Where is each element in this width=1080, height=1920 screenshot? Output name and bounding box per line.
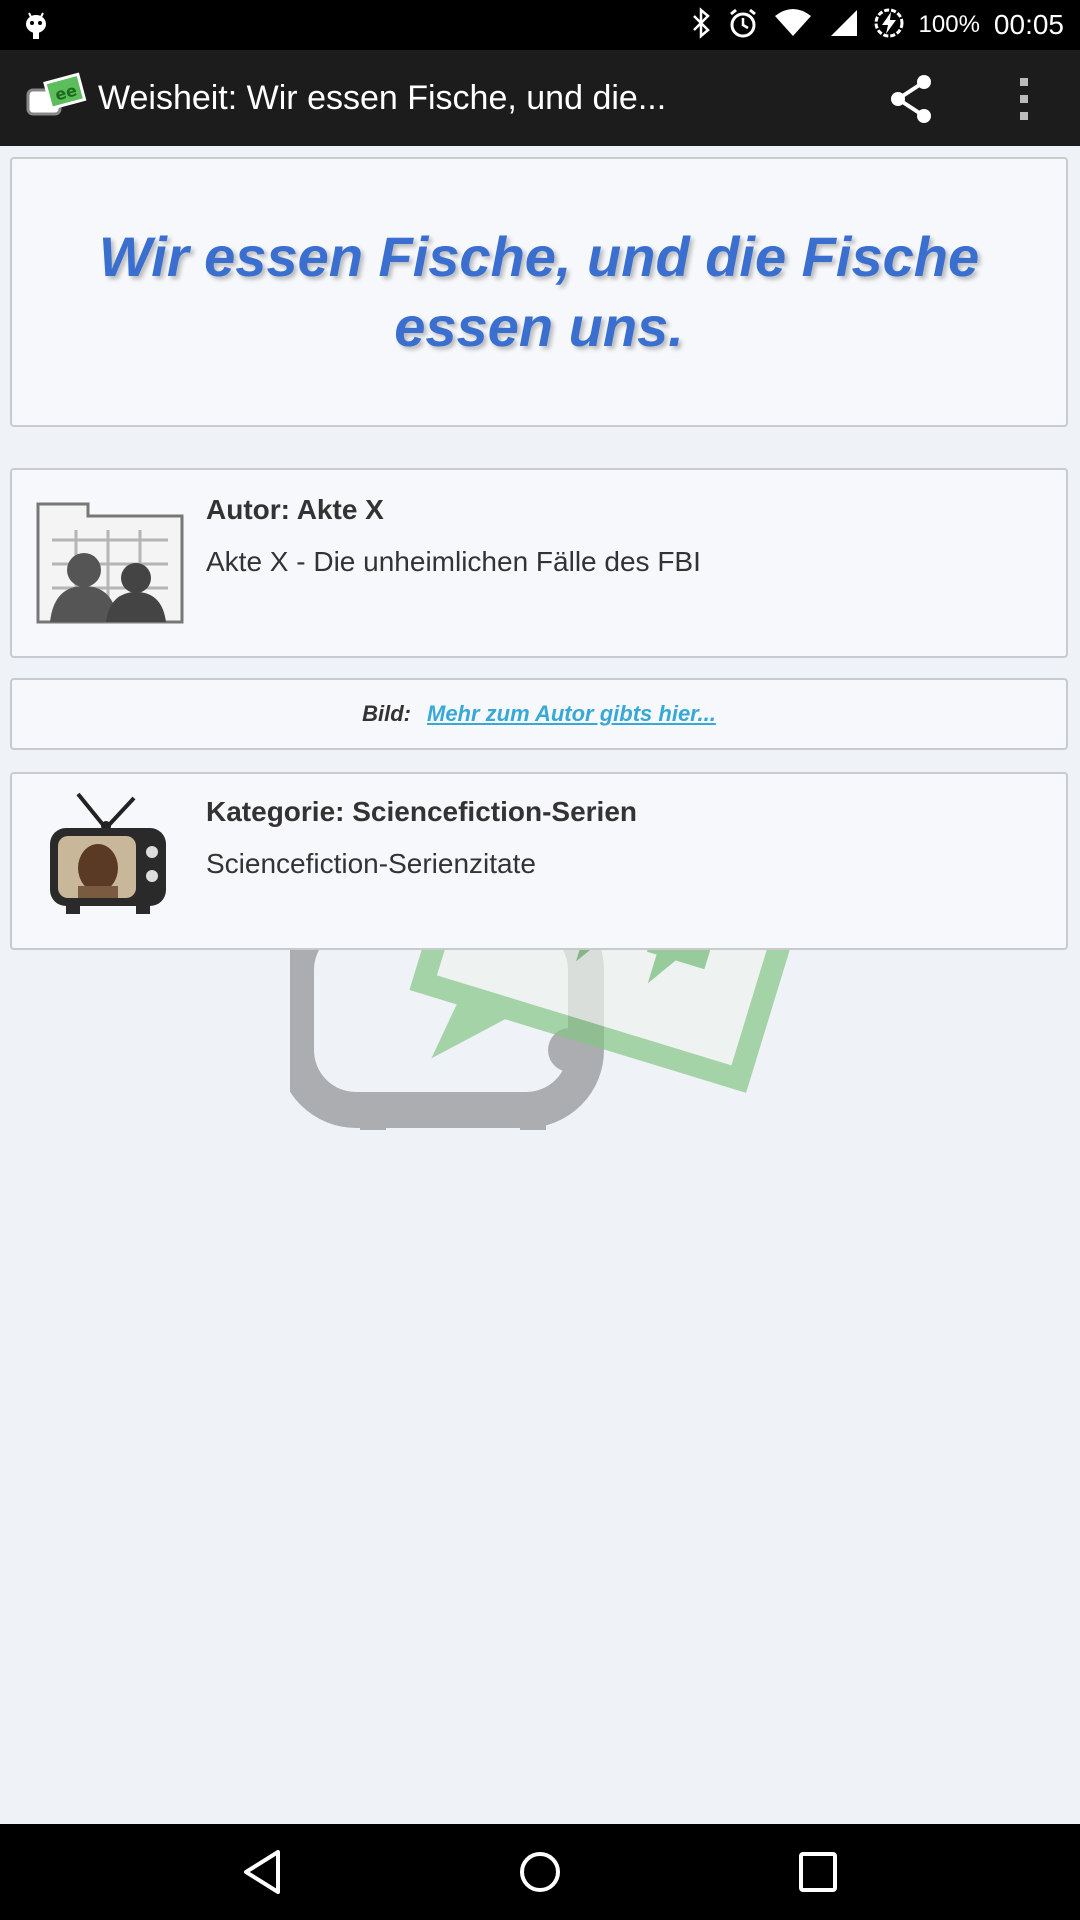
android-debug-icon (22, 10, 50, 45)
alarm-icon (727, 7, 759, 44)
category-heading: Kategorie: Sciencefiction-Serien (206, 796, 638, 827)
home-icon[interactable] (516, 1844, 564, 1905)
app-bar: ee Weisheit: Wir essen Fische, und die..… (0, 50, 1080, 146)
page-title: Weisheit: Wir essen Fische, und die... (98, 79, 667, 117)
battery-percent: 100% (918, 11, 980, 38)
status-bar: 100% 00:05 (0, 0, 1080, 50)
navigation-bar (0, 1824, 1080, 1920)
app-logo-icon[interactable]: ee (24, 72, 88, 127)
back-icon[interactable] (240, 1844, 284, 1905)
bluetooth-icon (691, 6, 713, 44)
quote-card: Wir essen Fische, und die Fische essen u… (10, 157, 1068, 427)
overflow-menu-icon[interactable] (1010, 74, 1038, 129)
author-heading: Autor: Akte X (206, 494, 384, 525)
clock: 00:05 (993, 9, 1064, 40)
signal-icon (827, 8, 859, 43)
quote-text: Wir essen Fische, und die Fische essen u… (98, 225, 980, 358)
bild-label: Bild: (362, 701, 411, 726)
battery-charging-icon (873, 7, 905, 44)
author-more-link[interactable]: Mehr zum Autor gibts hier... (427, 701, 716, 727)
bild-card: Bild: Mehr zum Autor gibts hier... (10, 678, 1068, 750)
category-card[interactable]: Kategorie: Sciencefiction-Serien Science… (10, 772, 1068, 950)
tv-icon (48, 790, 168, 919)
wifi-icon (773, 8, 813, 43)
author-card[interactable]: Autor: Akte X Akte X - Die unheimlichen … (10, 468, 1068, 658)
author-description: Akte X - Die unheimlichen Fälle des FBI (206, 546, 701, 577)
recents-icon[interactable] (796, 1844, 840, 1905)
share-icon[interactable] (884, 74, 940, 129)
author-placeholder-icon (36, 500, 184, 629)
category-description: Sciencefiction-Serienzitate (206, 848, 536, 879)
